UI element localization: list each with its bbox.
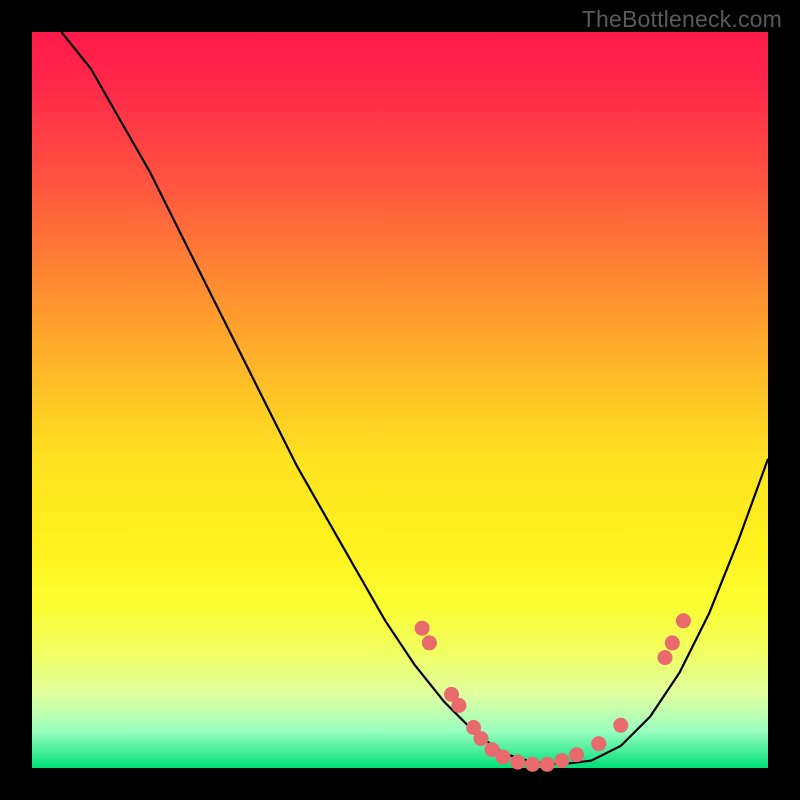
marker-dot: [451, 698, 466, 713]
marker-dot: [540, 757, 555, 772]
marker-dot: [665, 635, 680, 650]
marker-dot: [474, 731, 489, 746]
marker-dot: [658, 650, 673, 665]
marker-dot: [510, 755, 525, 770]
watermark-text: TheBottleneck.com: [582, 6, 782, 33]
marker-dot: [613, 718, 628, 733]
chart-plot-area: [32, 32, 768, 768]
marker-dots-group: [415, 613, 691, 772]
marker-dot: [569, 747, 584, 762]
curve-svg: [32, 32, 768, 768]
marker-dot: [525, 757, 540, 772]
marker-dot: [554, 753, 569, 768]
marker-dot: [496, 750, 511, 765]
marker-dot: [422, 635, 437, 650]
marker-dot: [676, 613, 691, 628]
marker-dot: [591, 736, 606, 751]
marker-dot: [415, 621, 430, 636]
